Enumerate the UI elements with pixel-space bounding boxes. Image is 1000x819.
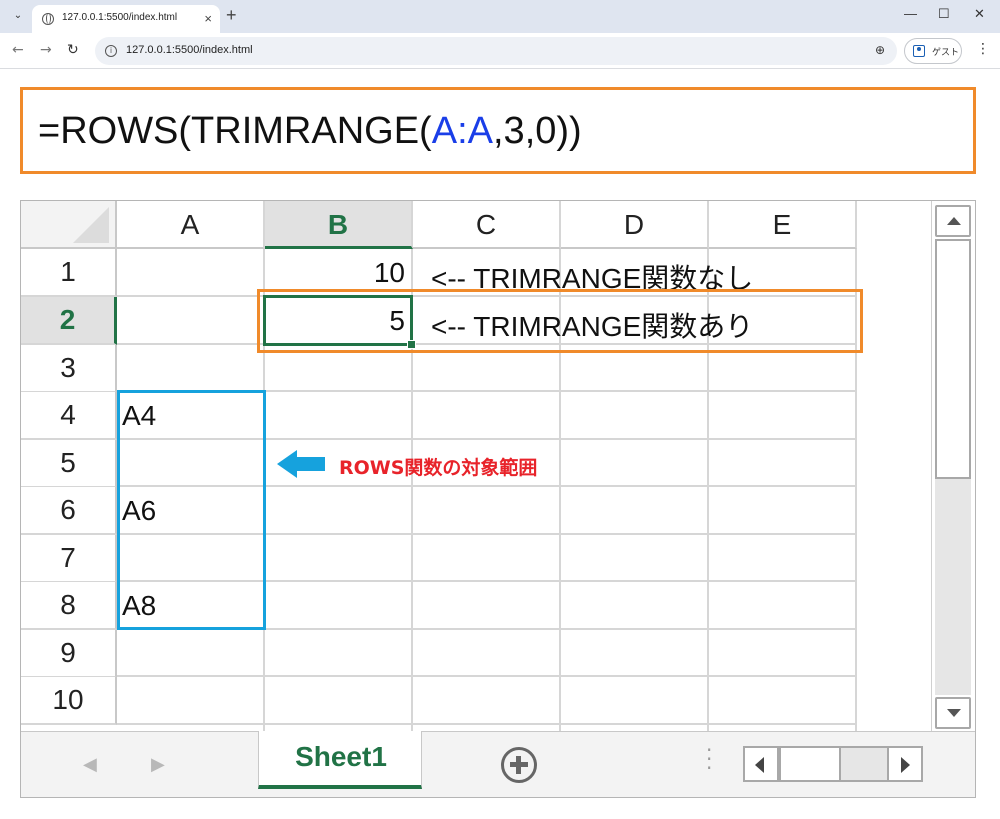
row-header-2[interactable]: 2 [21, 297, 117, 345]
scroll-down-button[interactable] [935, 697, 971, 729]
close-window-icon[interactable]: ✕ [974, 6, 985, 22]
horizontal-scrollbar[interactable] [743, 746, 923, 782]
fill-handle[interactable] [407, 340, 416, 349]
column-header-b[interactable]: B [265, 201, 413, 249]
column-header-d[interactable]: D [561, 201, 709, 249]
formula-box: =ROWS(TRIMRANGE(A:A,3,0)) [20, 87, 976, 174]
browser-toolbar: ← → ↻ i 127.0.0.1:5500/index.html ⊕ ゲスト … [0, 33, 1000, 69]
tab-search-chevron-icon[interactable]: ⌄ [8, 7, 28, 25]
tab-title: 127.0.0.1:5500/index.html [62, 12, 178, 23]
profile-label: ゲスト [932, 48, 960, 58]
scroll-left-button[interactable] [743, 746, 779, 782]
triangle-up-icon [947, 217, 961, 225]
row-header-3[interactable]: 3 [21, 345, 117, 393]
row-header-5[interactable]: 5 [21, 440, 117, 488]
rows-range-box [117, 390, 266, 630]
row-header-4[interactable]: 4 [21, 392, 117, 440]
formula-range-colon: : [457, 110, 468, 152]
add-sheet-icon[interactable] [501, 747, 537, 783]
row-header-7[interactable]: 7 [21, 535, 117, 583]
next-sheet-icon[interactable]: ▶ [151, 754, 165, 775]
sheet-tab-label: Sheet1 [295, 741, 387, 772]
spreadsheet: A B C D E 1 2 3 4 5 6 7 8 9 10 10 <-- TR… [20, 200, 976, 798]
tab-splitter-icon[interactable]: · · · [706, 740, 712, 778]
back-arrow-icon[interactable]: ← [12, 42, 24, 58]
more-menu-icon[interactable]: ⋮ [976, 41, 990, 57]
scroll-right-button[interactable] [887, 746, 923, 782]
sheet-tab-sheet1[interactable]: Sheet1 [258, 731, 422, 789]
maximize-icon[interactable]: ☐ [938, 6, 950, 22]
sheet-tab-bar: ◀ ▶ Sheet1 · · · [21, 731, 975, 797]
column-header-c[interactable]: C [413, 201, 561, 249]
formula-suffix: ,3,0)) [493, 110, 582, 152]
formula-range-start: A [431, 110, 458, 152]
scroll-up-button[interactable] [935, 205, 971, 237]
cells-area[interactable]: 10 <-- TRIMRANGE関数なし 5 <-- TRIMRANGE関数あり… [117, 249, 863, 731]
row-header-10[interactable]: 10 [21, 677, 117, 725]
row-header-1[interactable]: 1 [21, 249, 117, 297]
profile-button[interactable]: ゲスト [904, 38, 962, 64]
active-cell-b2[interactable] [263, 295, 413, 346]
browser-tab[interactable]: 127.0.0.1:5500/index.html × [32, 5, 220, 33]
select-all-corner[interactable] [21, 201, 117, 249]
triangle-left-icon [755, 757, 764, 773]
tab-close-icon[interactable]: × [204, 11, 212, 26]
address-bar[interactable]: i 127.0.0.1:5500/index.html ⊕ [95, 37, 897, 65]
corner-triangle-icon [73, 207, 109, 243]
scrollbar-thumb[interactable] [935, 239, 971, 479]
range-annotation-label: ROWS関数の対象範囲 [339, 457, 538, 479]
horizontal-scrollbar-thumb[interactable] [779, 746, 841, 782]
cell-b1[interactable]: 10 [265, 257, 405, 289]
triangle-right-icon [901, 757, 910, 773]
new-tab-button[interactable]: + [226, 5, 237, 26]
vertical-scrollbar[interactable] [931, 201, 975, 731]
zoom-icon[interactable]: ⊕ [875, 43, 885, 57]
prev-sheet-icon[interactable]: ◀ [83, 754, 97, 775]
profile-icon [913, 45, 925, 57]
row-header-9[interactable]: 9 [21, 630, 117, 678]
gridline [117, 723, 857, 725]
minimize-icon[interactable]: — [904, 6, 917, 21]
row-header-6[interactable]: 6 [21, 487, 117, 535]
browser-tab-strip: ⌄ 127.0.0.1:5500/index.html × + — ☐ ✕ [0, 0, 1000, 33]
reload-icon[interactable]: ↻ [67, 42, 79, 58]
formula-prefix: =ROWS(TRIMRANGE( [38, 110, 432, 152]
url-text[interactable]: 127.0.0.1:5500/index.html [126, 44, 253, 56]
row-header-8[interactable]: 8 [21, 582, 117, 630]
site-info-icon[interactable]: i [105, 45, 117, 57]
forward-arrow-icon[interactable]: → [40, 42, 52, 58]
column-header-a[interactable]: A [117, 201, 265, 249]
triangle-down-icon [947, 709, 961, 717]
formula-range-end: A [467, 110, 493, 152]
cell-grid: A B C D E 1 2 3 4 5 6 7 8 9 10 10 <-- TR… [21, 201, 931, 731]
globe-icon [42, 13, 54, 25]
column-header-e[interactable]: E [709, 201, 857, 249]
left-arrow-icon [277, 450, 325, 478]
formula-text: =ROWS(TRIMRANGE(A:A,3,0)) [38, 110, 582, 153]
gridline [117, 675, 857, 677]
